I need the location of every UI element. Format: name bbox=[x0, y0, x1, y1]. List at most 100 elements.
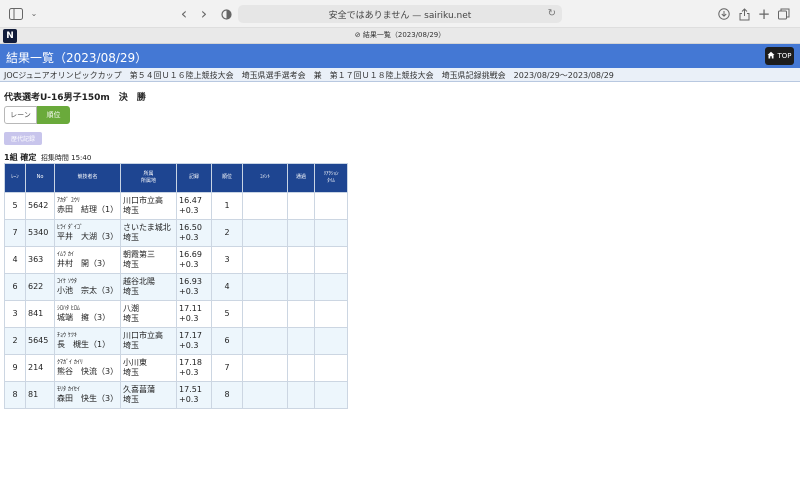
team-pref: 埼玉 bbox=[123, 341, 139, 350]
team-pref: 埼玉 bbox=[123, 206, 139, 215]
cell-name: ｺｲｹ ｿｳﾀ 小池 宗太（3） bbox=[54, 273, 121, 301]
cell-name: ｱｶﾀﾞ ﾕｳﾘ 赤田 結理（1） bbox=[54, 192, 121, 220]
team-name: 川口市立高 bbox=[123, 196, 163, 205]
shield-icon[interactable] bbox=[218, 6, 234, 22]
name-kana: ﾓﾘﾀ ｶｲｾｲ bbox=[57, 386, 80, 394]
cell-lane: 8 bbox=[4, 381, 26, 409]
cell-rank: 5 bbox=[211, 300, 243, 328]
col-record: 記録 bbox=[176, 163, 212, 193]
address-bar[interactable]: 安全ではありません — sairiku.net ↻ bbox=[238, 5, 562, 23]
cell-record: 17.17 +0.3 bbox=[176, 327, 212, 355]
top-label: TOP bbox=[777, 52, 792, 60]
cell-team: 八潮 埼玉 bbox=[120, 300, 177, 328]
athlete-name: 熊谷 快流（3） bbox=[57, 366, 119, 376]
record-time: 16.47 bbox=[179, 196, 202, 205]
cell-pass bbox=[287, 219, 315, 247]
cell-reaction bbox=[314, 246, 348, 274]
competition-title: JOCジュニアオリンピックカップ 第５４回Ｕ１６陸上競技大会 埼玉県選手選考会 … bbox=[4, 71, 614, 80]
col-no: No bbox=[25, 163, 55, 193]
table-row: 3 841 ｼﾛﾊﾀ ﾋﾛﾑ 城端 擁（3） 八潮 埼玉 17.11 +0.3 5 bbox=[4, 300, 348, 328]
browser-toolbar: ⌄ ‹ › 安全ではありません — sairiku.net ↻ + bbox=[0, 0, 800, 28]
athlete-name: 平井 大湖（3） bbox=[57, 231, 119, 241]
athlete-name: 城端 擁（3） bbox=[57, 312, 111, 322]
cell-record: 17.18 +0.3 bbox=[176, 354, 212, 382]
record-time: 17.17 bbox=[179, 331, 202, 340]
cell-pass bbox=[287, 300, 315, 328]
team-pref: 埼玉 bbox=[123, 368, 139, 377]
reload-icon[interactable]: ↻ bbox=[548, 8, 556, 19]
rank-order-button[interactable]: 順位 bbox=[37, 106, 70, 124]
cell-team: 越谷北陽 埼玉 bbox=[120, 273, 177, 301]
table-row: 9 214 ｸﾏｶﾞｲ ｶｲﾘ 熊谷 快流（3） 小川東 埼玉 17.18 +0.3 7 bbox=[4, 354, 348, 382]
table-header-row: ﾚｰﾝ No 競技者名 所属 所属地 記録 順位 ｺﾒﾝﾄ 通過 ﾘｱｸｼｮﾝ ﾀｲ… bbox=[4, 163, 348, 193]
share-icon[interactable] bbox=[736, 6, 752, 22]
cell-rank: 8 bbox=[211, 381, 243, 409]
cell-reaction bbox=[314, 219, 348, 247]
team-name: さいたま城北 bbox=[123, 223, 171, 232]
cell-name: ｼﾛﾊﾀ ﾋﾛﾑ 城端 擁（3） bbox=[54, 300, 121, 328]
cell-pass bbox=[287, 327, 315, 355]
cell-pass bbox=[287, 273, 315, 301]
athlete-name: 小池 宗太（3） bbox=[57, 285, 119, 295]
cell-no: 214 bbox=[25, 354, 55, 382]
cell-rank: 6 bbox=[211, 327, 243, 355]
page-title: 結果一覧（2023/08/29） bbox=[6, 51, 148, 65]
cell-comment bbox=[242, 219, 288, 247]
download-icon[interactable] bbox=[716, 6, 732, 22]
cell-reaction bbox=[314, 354, 348, 382]
cell-rank: 4 bbox=[211, 273, 243, 301]
team-name: 朝霞第三 bbox=[123, 250, 155, 259]
cell-rank: 3 bbox=[211, 246, 243, 274]
team-pref: 埼玉 bbox=[123, 260, 139, 269]
new-tab-icon[interactable]: + bbox=[756, 6, 772, 22]
heat-info: 1組 確定 招集時間 15:40 bbox=[4, 152, 91, 163]
cell-record: 16.69 +0.3 bbox=[176, 246, 212, 274]
cell-record: 16.93 +0.3 bbox=[176, 273, 212, 301]
back-icon[interactable]: ‹ bbox=[176, 6, 192, 22]
history-records-button[interactable]: 歴代記録 bbox=[4, 132, 42, 145]
cell-team: 川口市立高 埼玉 bbox=[120, 327, 177, 355]
chevron-down-icon[interactable]: ⌄ bbox=[26, 6, 42, 22]
cell-name: ｸﾏｶﾞｲ ｶｲﾘ 熊谷 快流（3） bbox=[54, 354, 121, 382]
cell-name: ﾁｮｳ ｹﾂｷ長 槻生（1） bbox=[54, 327, 121, 355]
record-wind: +0.3 bbox=[179, 233, 199, 242]
col-comment: ｺﾒﾝﾄ bbox=[242, 163, 288, 193]
table-row: 2 5645 ﾁｮｳ ｹﾂｷ長 槻生（1） 川口市立高 埼玉 17.17 +0.3 6 bbox=[4, 327, 348, 355]
team-pref: 埼玉 bbox=[123, 233, 139, 242]
top-button[interactable]: TOP bbox=[765, 47, 794, 65]
table-row: 8 81 ﾓﾘﾀ ｶｲｾｲ 森田 快生（3） 久喜菖蒲 埼玉 17.51 +0.3 8 bbox=[4, 381, 348, 409]
name-kana: ｼﾛﾊﾀ ﾋﾛﾑ bbox=[57, 305, 80, 313]
name-kana: ｸﾏｶﾞｲ ｶｲﾘ bbox=[57, 359, 83, 367]
cell-no: 622 bbox=[25, 273, 55, 301]
cell-reaction bbox=[314, 381, 348, 409]
cell-team: 川口市立高 埼玉 bbox=[120, 192, 177, 220]
table-row: 7 5340 ﾋﾗｲ ﾀﾞｲｺﾞ 平井 大湖（3） さいたま城北 埼玉 16.50 +0.3 2 bbox=[4, 219, 348, 247]
col-name: 競技者名 bbox=[54, 163, 121, 193]
cell-lane: 9 bbox=[4, 354, 26, 382]
forward-icon[interactable]: › bbox=[196, 6, 212, 22]
cell-reaction bbox=[314, 273, 348, 301]
cell-lane: 5 bbox=[4, 192, 26, 220]
cell-record: 16.47 +0.3 bbox=[176, 192, 212, 220]
col-pass: 通過 bbox=[287, 163, 315, 193]
record-time: 16.50 bbox=[179, 223, 202, 232]
tab-title[interactable]: ⊘ 結果一覧（2023/08/29） bbox=[0, 30, 800, 40]
results-table: ﾚｰﾝ No 競技者名 所属 所属地 記録 順位 ｺﾒﾝﾄ 通過 ﾘｱｸｼｮﾝ ﾀｲ… bbox=[4, 163, 348, 409]
lane-order-button[interactable]: レーン bbox=[4, 106, 37, 124]
sidebar-icon[interactable] bbox=[8, 6, 24, 22]
name-kana: ﾁｮｳ ｹﾂｷ bbox=[57, 332, 77, 340]
table-row: 5 5642 ｱｶﾀﾞ ﾕｳﾘ 赤田 結理（1） 川口市立高 埼玉 16.47 +0.3 1 bbox=[4, 192, 348, 220]
tabs-overview-icon[interactable] bbox=[776, 6, 792, 22]
record-wind: +0.3 bbox=[179, 260, 199, 269]
cell-pass bbox=[287, 246, 315, 274]
col-rank: 順位 bbox=[211, 163, 243, 193]
name-kana: ｲﾑﾗ ｶｲ bbox=[57, 251, 74, 259]
cell-lane: 7 bbox=[4, 219, 26, 247]
record-wind: +0.3 bbox=[179, 287, 199, 296]
cell-comment bbox=[242, 354, 288, 382]
col-team: 所属 所属地 bbox=[120, 163, 177, 193]
athlete-name: 森田 快生（3） bbox=[57, 393, 119, 403]
cell-name: ｲﾑﾗ ｶｲ 井村 開（3） bbox=[54, 246, 121, 274]
home-icon bbox=[767, 51, 775, 61]
team-name: 久喜菖蒲 bbox=[123, 385, 155, 394]
